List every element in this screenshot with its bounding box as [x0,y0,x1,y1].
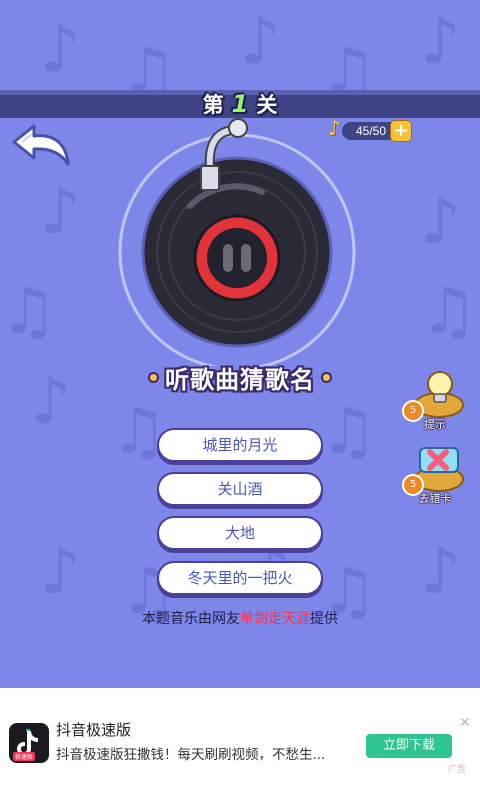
music-note-decoration: ♫ [0,275,58,349]
back-arrow-icon [12,124,70,166]
ad-label: 广告 [448,765,467,775]
pause-button[interactable] [193,214,281,302]
close-icon[interactable]: ✕ [459,716,471,730]
dot-decoration [148,371,159,383]
dot-decoration [321,371,332,383]
credit-text-end: 提供 [310,611,338,627]
music-note-decoration: ♪ [40,535,81,609]
answer-option-4[interactable]: 冬天里的一把火 [157,561,323,595]
quiz-title-row: 听歌曲猜歌名 [130,362,350,394]
music-note-decoration: ♪ [420,185,461,259]
quiz-title: 听歌曲猜歌名 [165,365,315,394]
ad-title[interactable]: 抖音极速版 [56,719,131,740]
music-note-decoration: ♪ [240,5,281,79]
ad-download-button[interactable]: 立即下载 [366,734,452,758]
music-note-decoration: ♪ [420,5,461,79]
music-note-decoration: ♪ [40,13,81,87]
answer-option-1[interactable]: 城里的月光 [157,428,323,462]
hint-label: 提示 [424,418,446,431]
credit-text: 本题音乐由网友 [142,611,240,627]
answer-option-2[interactable]: 关山酒 [157,472,323,506]
music-note-decoration: ♪ [420,535,461,609]
music-credit: 本题音乐由网友单剑走天涯提供 [0,608,480,628]
ad-description[interactable]: 抖音极速版狂撒钱！每天刷刷视频，不愁生... [56,743,368,763]
add-coins-button[interactable]: + [390,120,412,142]
ad-icon-label: 极速版 [13,752,36,761]
music-note-decoration: ♫ [420,275,478,349]
remove-wrong-card-button[interactable]: 5 去错卡 [400,444,466,506]
credit-author: 单剑走天涯 [240,611,310,627]
answer-option-3[interactable]: 大地 [157,516,323,550]
music-note-decoration: ♪ [30,365,71,439]
level-suffix: 关 [256,93,278,117]
douyin-app-icon[interactable]: 极速版 [9,723,49,763]
lightbulb-icon [427,371,453,403]
record-player [112,116,362,371]
level-number: 1 [231,90,249,118]
game-screen: ♪ ♫ ♪ ♫ ♪ ♪ ♪ ♫ ♫ ♪ ♫ ♫ ♪ ♫ ♪ ♫ ♪ 第 1 关 … [0,0,480,688]
music-note-decoration: ♪ [40,175,81,249]
hint-button[interactable]: 5 提示 [400,370,466,432]
remove-card-icon [419,447,459,473]
remove-wrong-label: 去错卡 [418,492,452,505]
back-button[interactable] [10,124,72,168]
music-note-decoration: ♫ [110,395,168,469]
level-prefix: 第 [202,93,224,117]
music-note-decoration: ♫ [320,395,378,469]
